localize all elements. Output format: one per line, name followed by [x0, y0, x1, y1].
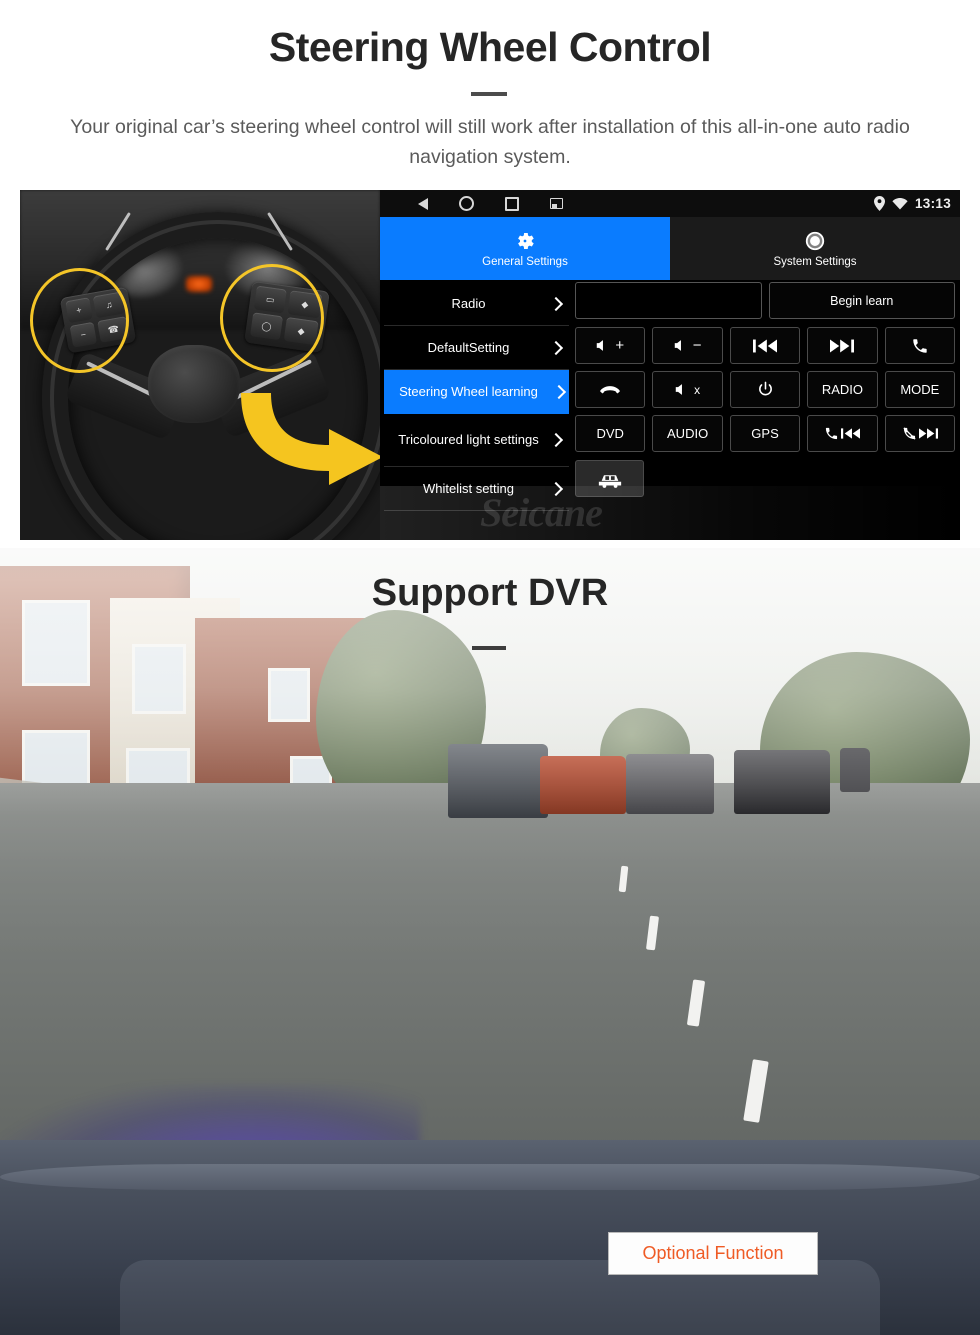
menu-item-label: Steering Wheel learning	[399, 383, 538, 399]
steering-wheel-photo: + − ♫ ☎ ▭ ◯ ◆ ◆	[20, 190, 380, 540]
android-status-bar: 13:13	[380, 190, 960, 217]
chevron-right-icon	[548, 340, 564, 355]
head-unit-screen: 13:13 General Settings System Settings R…	[380, 190, 960, 540]
dashcam-street-scene	[0, 548, 980, 1335]
previous-track-icon	[753, 339, 778, 352]
swc-learning-panel: Begin learn + − x RADIO MODE DVD AUDIO G…	[575, 282, 956, 497]
steering-wheel-demo-section: + − ♫ ☎ ▭ ◯ ◆ ◆ 13:13 General Settings S…	[20, 190, 960, 540]
key-phone-answer[interactable]	[884, 327, 956, 364]
status-icons: 13:13	[873, 190, 951, 217]
key-volume-up[interactable]: +	[575, 327, 646, 364]
dvr-title-divider	[472, 646, 506, 650]
key-phone-hangup[interactable]	[575, 371, 646, 408]
location-pin-icon	[873, 196, 885, 211]
key-mute[interactable]: x	[652, 371, 723, 408]
learn-key-input[interactable]	[575, 282, 762, 319]
learn-controls-row: Begin learn	[575, 282, 955, 319]
gear-icon	[518, 232, 534, 249]
menu-item-default-setting[interactable]: DefaultSetting	[384, 326, 569, 370]
highlight-circle-left	[30, 268, 129, 373]
menu-item-tricoloured-light-settings[interactable]: Tricoloured light settings	[384, 414, 569, 467]
key-phone-previous[interactable]	[807, 415, 878, 452]
tab-general-settings-label: General Settings	[482, 255, 568, 268]
back-icon[interactable]	[418, 197, 428, 210]
next-track-icon	[918, 428, 938, 439]
yellow-arrow-icon	[233, 375, 380, 485]
settings-body: Radio DefaultSetting Steering Wheel lear…	[380, 280, 960, 540]
chevron-right-icon	[548, 481, 564, 496]
tab-general-settings[interactable]: General Settings	[380, 217, 670, 280]
key-phone-next[interactable]	[884, 415, 956, 452]
menu-item-label: Radio	[451, 295, 486, 311]
chevron-right-icon	[548, 296, 564, 311]
key-grid-row: x RADIO MODE	[575, 371, 956, 408]
menu-item-label: Tricoloured light settings	[398, 432, 539, 447]
page-title: Steering Wheel Control	[268, 24, 712, 70]
tab-system-settings[interactable]: System Settings	[670, 217, 960, 280]
mute-icon	[675, 384, 683, 395]
clock: 13:13	[914, 196, 951, 211]
menu-item-steering-wheel-learning[interactable]: Steering Wheel learning	[384, 370, 569, 414]
volume-down-icon	[674, 340, 681, 351]
previous-track-icon	[841, 428, 861, 439]
key-grid-row: DVD AUDIO GPS	[575, 415, 956, 452]
system-settings-icon	[805, 231, 825, 250]
key-dvd[interactable]: DVD	[575, 415, 646, 452]
optional-function-button[interactable]: Optional Function	[608, 1232, 818, 1275]
android-nav-bar[interactable]	[418, 190, 563, 217]
scene-white-overlay	[0, 548, 980, 1335]
key-volume-down[interactable]: −	[652, 327, 723, 364]
key-previous-track[interactable]	[729, 327, 801, 364]
support-dvr-section: (Optional function, require to buy exter…	[0, 548, 980, 1335]
tab-system-settings-label: System Settings	[773, 255, 857, 268]
menu-item-label: DefaultSetting	[427, 339, 510, 355]
swc-key-grid: + − x RADIO MODE DVD AUDIO GPS	[575, 327, 956, 452]
begin-learn-button[interactable]: Begin learn	[768, 282, 955, 319]
key-gps[interactable]: GPS	[729, 415, 801, 452]
home-icon[interactable]	[459, 196, 474, 211]
product-description-page: Steering Wheel Control Your original car…	[0, 0, 980, 1335]
key-grid-row: + −	[575, 327, 956, 364]
phone-hangup-icon	[600, 385, 621, 393]
key-radio[interactable]: RADIO	[807, 371, 878, 408]
highlight-circle-right	[220, 264, 324, 372]
volume-up-icon	[597, 340, 604, 351]
wifi-icon	[892, 197, 908, 209]
settings-menu-list: Radio DefaultSetting Steering Wheel lear…	[384, 282, 569, 511]
car-model-button[interactable]	[575, 460, 644, 497]
car-icon	[598, 474, 621, 488]
screenshot-icon[interactable]	[550, 198, 563, 209]
recent-apps-icon[interactable]	[505, 196, 519, 211]
title-divider	[471, 92, 507, 96]
settings-tab-bar: General Settings System Settings	[380, 217, 960, 280]
key-next-track[interactable]	[807, 327, 878, 364]
phone-answer-icon	[826, 427, 838, 440]
steering-wheel-control-header: Steering Wheel Control Your original car…	[0, 0, 980, 190]
page-subtitle: Your original car’s steering wheel contr…	[70, 116, 910, 168]
key-audio[interactable]: AUDIO	[652, 415, 723, 452]
phone-hangup-icon	[903, 427, 916, 440]
key-power[interactable]	[729, 371, 801, 408]
menu-item-label: Whitelist setting	[422, 480, 515, 496]
menu-item-radio[interactable]: Radio	[384, 282, 569, 326]
phone-answer-icon	[913, 338, 927, 353]
menu-item-whitelist-setting[interactable]: Whitelist setting	[384, 467, 569, 511]
steering-wheel-hub	[148, 345, 240, 423]
power-icon	[758, 381, 772, 396]
key-mode[interactable]: MODE	[884, 371, 956, 408]
dvr-section-title: Support DVR	[371, 572, 609, 614]
next-track-icon	[830, 339, 855, 352]
